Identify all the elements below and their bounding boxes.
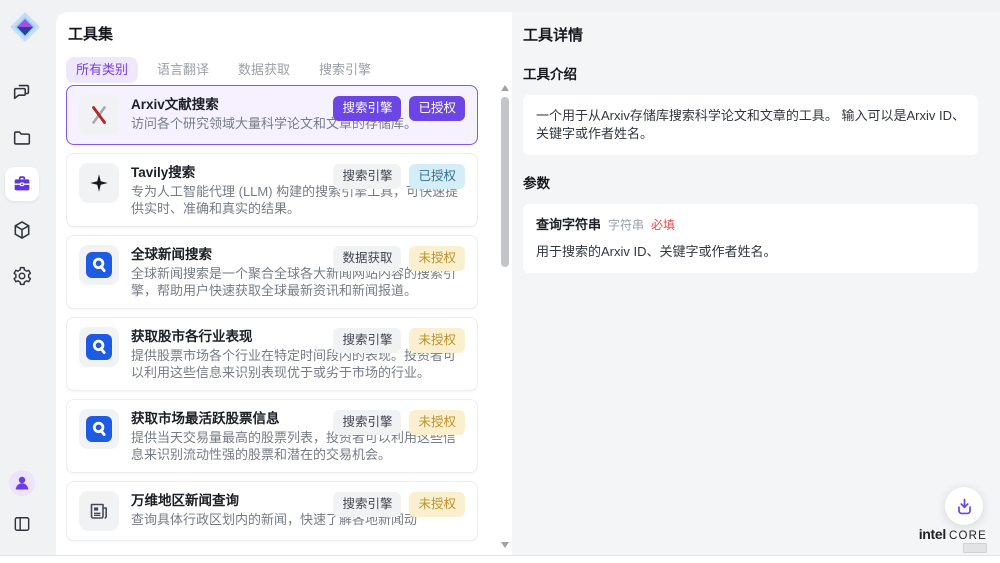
intro-heading: 工具介绍: [523, 66, 978, 84]
tool-card[interactable]: 万维地区新闻查询查询具体行政区划内的新闻，快速了解各地新闻动搜索引擎未授权: [66, 481, 478, 541]
news-icon: [79, 491, 119, 531]
sidebar-item-user[interactable]: [5, 466, 39, 500]
params-list: 查询字符串字符串必填用于搜索的Arxiv ID、关键字或作者姓名。: [523, 204, 978, 273]
intel-core-label: CORE: [949, 530, 987, 542]
tool-description: 全球新闻搜索是一个聚合全球各大新闻网站内容的搜索引擎，帮助用户快速获取全球最新资…: [131, 266, 463, 299]
tool-badges: 数据获取未授权: [333, 246, 465, 271]
param-header: 查询字符串字符串必填: [536, 216, 965, 234]
auth-badge: 未授权: [409, 246, 465, 271]
chat-icon: [11, 81, 33, 103]
intro-text: 一个用于从Arxiv存储库搜索科学论文和文章的工具。 输入可以是Arxiv ID…: [536, 108, 965, 141]
scroll-down-arrow[interactable]: [501, 542, 509, 548]
param-description: 用于搜索的Arxiv ID、关键字或作者姓名。: [536, 243, 965, 261]
tool-badges: 搜索引擎未授权: [333, 492, 465, 517]
category-badge: 数据获取: [333, 246, 401, 271]
intro-card: 一个用于从Arxiv存储库搜索科学论文和文章的工具。 输入可以是Arxiv ID…: [523, 95, 978, 155]
param-card: 查询字符串字符串必填用于搜索的Arxiv ID、关键字或作者姓名。: [523, 204, 978, 273]
tool-details-panel: 工具详情 工具介绍 一个用于从Arxiv存储库搜索科学论文和文章的工具。 输入可…: [512, 12, 1000, 555]
scrollbar-thumb[interactable]: [501, 97, 509, 267]
scrollbar[interactable]: [500, 85, 511, 548]
sidebar-nav: [2, 75, 42, 293]
sidebar-item-chat[interactable]: [5, 75, 39, 109]
user-icon: [9, 470, 35, 496]
auth-badge: 未授权: [409, 328, 465, 353]
qnews-icon: [79, 327, 119, 367]
tool-description: 专为人工智能代理 (LLM) 构建的搜索引擎工具，可快速提供实时、准确和真实的结…: [131, 184, 463, 217]
tool-card[interactable]: 获取市场最活跃股票信息提供当天交易量最高的股票列表，投资者可以利用这些信息来识别…: [66, 399, 478, 473]
qnews-icon: [79, 245, 119, 285]
tool-badges: 搜索引擎已授权: [333, 164, 465, 189]
tab-data-fetch[interactable]: 数据获取: [228, 57, 300, 83]
sidebar-item-folder[interactable]: [5, 121, 39, 155]
auth-badge: 已授权: [409, 164, 465, 189]
param-name: 查询字符串: [536, 217, 601, 232]
tab-all-categories[interactable]: 所有类别: [66, 57, 138, 83]
cube-icon: [11, 219, 33, 241]
intel-ultra-badge: [963, 543, 987, 553]
params-heading: 参数: [523, 175, 978, 193]
sidebar: [0, 0, 56, 555]
tool-badges: 搜索引擎未授权: [333, 410, 465, 435]
download-button[interactable]: [945, 487, 983, 525]
category-badge: 搜索引擎: [333, 410, 401, 435]
sidebar-bottom: [2, 466, 42, 541]
sidebar-item-cube[interactable]: [5, 213, 39, 247]
toolbox-icon: [11, 173, 33, 195]
sidebar-item-collapse[interactable]: [5, 507, 39, 541]
arxiv-icon: [79, 95, 119, 135]
details-title: 工具详情: [523, 26, 978, 46]
tool-badges: 搜索引擎已授权: [333, 96, 465, 121]
scroll-up-arrow[interactable]: [501, 85, 509, 91]
intel-core-text: intel CORE: [919, 526, 987, 542]
qnews-icon: [79, 409, 119, 449]
category-tabs: 所有类别语言翻译数据获取搜索引擎: [56, 45, 512, 83]
tool-list: Arxiv文献搜索访问各个研究领域大量科学论文和文章的存储库。搜索引擎已授权 Ta…: [66, 85, 478, 554]
page-title: 工具集: [56, 12, 512, 45]
tool-card[interactable]: Arxiv文献搜索访问各个研究领域大量科学论文和文章的存储库。搜索引擎已授权: [66, 85, 478, 145]
intel-core-logo: intel CORE: [919, 526, 987, 553]
tool-description: 提供当天交易量最高的股票列表，投资者可以利用这些信息来识别流动性强的股票和潜在的…: [131, 430, 463, 463]
tool-description: 提供股票市场各个行业在特定时间段内的表现。投资者可以利用这些信息来识别表现优于或…: [131, 348, 463, 381]
tool-badges: 搜索引擎未授权: [333, 328, 465, 353]
diamond-logo-icon: [9, 11, 41, 43]
sidebar-item-toolbox[interactable]: [5, 167, 39, 201]
param-required-badge: 必填: [651, 218, 675, 232]
app-logo[interactable]: [9, 11, 41, 43]
tab-language-translation[interactable]: 语言翻译: [147, 57, 219, 83]
sidebar-item-settings[interactable]: [5, 259, 39, 293]
download-icon: [955, 497, 974, 516]
auth-badge: 未授权: [409, 410, 465, 435]
collapse-icon: [12, 514, 32, 534]
settings-icon: [11, 265, 33, 287]
category-badge: 搜索引擎: [333, 492, 401, 517]
tool-card[interactable]: 全球新闻搜索全球新闻搜索是一个聚合全球各大新闻网站内容的搜索引擎，帮助用户快速获…: [66, 235, 478, 309]
folder-icon: [11, 127, 33, 149]
category-badge: 搜索引擎: [333, 328, 401, 353]
app-background: 工具集 所有类别语言翻译数据获取搜索引擎 Arxiv文献搜索访问各个研究领域大量…: [0, 0, 1000, 556]
auth-badge: 未授权: [409, 492, 465, 517]
intel-brand: intel: [919, 526, 946, 542]
category-badge: 搜索引擎: [333, 164, 401, 189]
tavily-icon: [79, 163, 119, 203]
tab-search-engine[interactable]: 搜索引擎: [309, 57, 381, 83]
tool-card[interactable]: Tavily搜索专为人工智能代理 (LLM) 构建的搜索引擎工具，可快速提供实时…: [66, 153, 478, 227]
param-type: 字符串: [608, 218, 644, 232]
toolset-panel: 工具集 所有类别语言翻译数据获取搜索引擎 Arxiv文献搜索访问各个研究领域大量…: [56, 12, 512, 555]
auth-badge: 已授权: [409, 96, 465, 121]
category-badge: 搜索引擎: [333, 96, 401, 121]
tool-card[interactable]: 获取股市各行业表现提供股票市场各个行业在特定时间段内的表现。投资者可以利用这些信…: [66, 317, 478, 391]
